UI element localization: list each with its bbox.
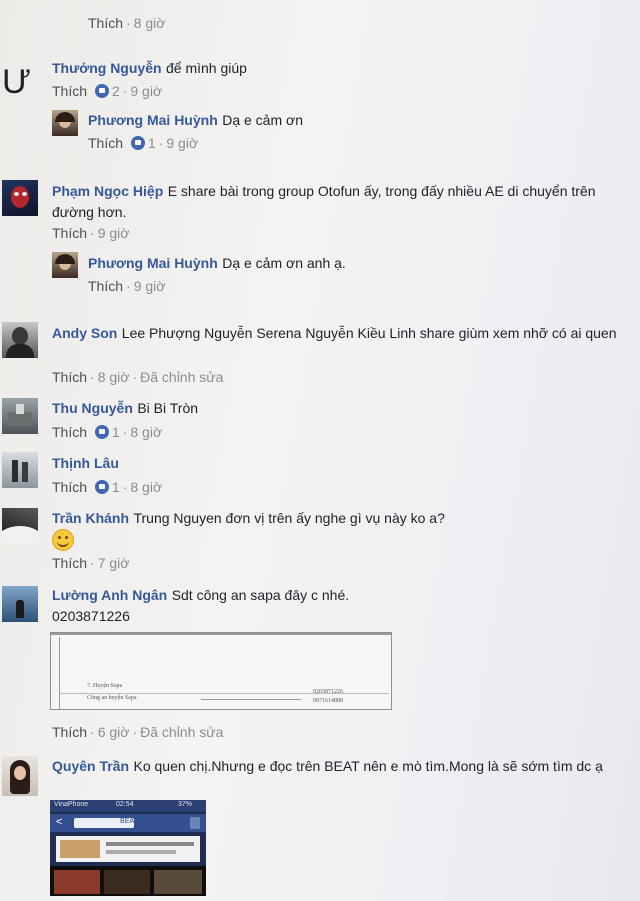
comment-meta: Thích · 9 giờ <box>88 278 166 294</box>
like-count[interactable]: 2 <box>112 83 120 99</box>
commenter-name[interactable]: Trần Khánh <box>52 510 129 526</box>
comment-meta: Thích · 7 giờ <box>52 555 130 571</box>
commenter-name[interactable]: Thu Nguyễn <box>52 400 133 416</box>
like-reaction-icon <box>94 425 109 439</box>
like-reaction-icon <box>94 480 109 494</box>
comment-meta: Thích 1 · 8 giờ <box>52 424 163 440</box>
like-count[interactable]: 1 <box>112 424 120 440</box>
like-link[interactable]: Thích <box>88 135 123 151</box>
comment-meta: Thích 2 · 9 giờ <box>52 83 163 99</box>
back-icon: < <box>56 816 63 828</box>
like-link[interactable]: Thích <box>52 424 87 440</box>
commenter-name[interactable]: Quyên Trần <box>52 758 129 774</box>
timestamp[interactable]: 9 giờ <box>166 135 198 151</box>
timestamp[interactable]: 9 giờ <box>130 83 162 99</box>
commenter-name[interactable]: Phương Mai Huỳnh <box>88 112 218 128</box>
like-link[interactable]: Thích <box>88 278 123 294</box>
commenter-name[interactable]: Andy Son <box>52 325 117 341</box>
attached-screenshot[interactable]: VinaPhone 02:54 37% < BEAT <box>50 800 206 896</box>
commenter-name[interactable]: Phạm Ngọc Hiệp <box>52 183 163 199</box>
comment-text: Bi Bi Tròn <box>137 400 199 416</box>
like-reaction-icon <box>94 84 109 98</box>
avatar[interactable]: Ư <box>2 62 42 102</box>
share-icon <box>190 817 200 829</box>
smile-emoji-icon <box>52 529 74 551</box>
phone-number-text[interactable]: 0203871226 <box>52 608 130 624</box>
comment: Lường Anh Ngân Sdt công an sapa đây c nh… <box>52 587 572 605</box>
comment: Quyên Trần Ko quen chị.Nhưng e đọc trên … <box>52 756 612 777</box>
timestamp[interactable]: 8 giờ <box>130 479 162 495</box>
status-carrier: VinaPhone <box>54 801 89 808</box>
avatar[interactable] <box>2 452 38 488</box>
comment: Thu Nguyễn Bi Bi Tròn <box>52 400 572 418</box>
like-link[interactable]: Thích <box>52 479 87 495</box>
like-count[interactable]: 1 <box>148 135 156 151</box>
comment-text: để mình giúp <box>165 60 247 76</box>
commenter-name[interactable]: Lường Anh Ngân <box>52 587 167 603</box>
comment: Phạm Ngọc Hiệp E share bài trong group O… <box>52 181 630 223</box>
status-clock: 02:54 <box>116 801 134 808</box>
avatar[interactable] <box>2 756 38 796</box>
like-link[interactable]: Thích <box>52 225 87 241</box>
timestamp[interactable]: 9 giờ <box>134 278 166 294</box>
attachment-phone: 0971614888 <box>313 698 343 704</box>
avatar[interactable] <box>52 110 78 136</box>
like-link[interactable]: Thích <box>52 83 87 99</box>
comment-text: Lee Phượng Nguyễn Serena Nguyễn Kiều Lin… <box>121 325 617 341</box>
commenter-name[interactable]: Thịnh Lâu <box>52 455 119 471</box>
edited-label[interactable]: Đã chỉnh sửa <box>140 724 223 740</box>
like-count[interactable]: 1 <box>112 479 120 495</box>
avatar[interactable] <box>2 180 38 216</box>
avatar[interactable] <box>2 398 38 434</box>
attached-image[interactable]: 7. Huyện Sapa Công an huyện Sapa 0203871… <box>50 632 392 710</box>
avatar-letter: Ư <box>2 63 32 101</box>
avatar[interactable] <box>2 508 38 544</box>
like-link[interactable]: Thích <box>52 369 87 385</box>
timestamp[interactable]: 8 giờ <box>98 369 130 385</box>
comment-meta: Thích · 9 giờ <box>52 225 130 241</box>
app-label: BEAT <box>120 818 138 825</box>
edited-label[interactable]: Đã chỉnh sửa <box>140 369 223 385</box>
status-battery: 37% <box>178 801 193 808</box>
avatar[interactable] <box>2 322 38 358</box>
comment-meta: Thích · 8 giờ · Đã chỉnh sửa <box>52 369 224 385</box>
comment-text: Dạ e cảm ơn anh ạ. <box>222 255 346 271</box>
comment-text: Ko quen chị.Nhưng e đọc trên BEAT nên e … <box>133 758 603 774</box>
timestamp[interactable]: 8 giờ <box>130 424 162 440</box>
top-comment-meta: Thích · 8 giờ <box>88 15 166 31</box>
timestamp[interactable]: 8 giờ <box>134 15 166 31</box>
comment: Thưởng Nguyễn để mình giúp <box>52 60 622 78</box>
commenter-name[interactable]: Phương Mai Huỳnh <box>88 255 218 271</box>
avatar[interactable] <box>2 586 38 622</box>
like-link[interactable]: Thích <box>88 15 123 31</box>
comment: Andy Son Lee Phượng Nguyễn Serena Nguyễn… <box>52 323 630 344</box>
reply: Phương Mai Huỳnh Dạ e cảm ơn anh ạ. <box>88 255 608 273</box>
avatar[interactable] <box>52 252 78 278</box>
like-link[interactable]: Thích <box>52 555 87 571</box>
timestamp[interactable]: 9 giờ <box>98 225 130 241</box>
timestamp[interactable]: 6 giờ <box>98 724 130 740</box>
attachment-text-row: Công an huyện Sapa <box>87 695 137 701</box>
like-link[interactable]: Thích <box>52 724 87 740</box>
comment-meta: Thích 1 · 8 giờ <box>52 479 163 495</box>
reply: Phương Mai Huỳnh Dạ e cảm ơn <box>88 112 608 130</box>
comment-meta: Thích · 6 giờ · Đã chỉnh sửa <box>52 724 224 740</box>
comment-text: Sdt công an sapa đây c nhé. <box>171 587 350 603</box>
comment-text: Trung Nguyen đơn vị trên ấy nghe gì vụ n… <box>133 510 445 526</box>
comment-meta: Thích 1 · 9 giờ <box>88 135 199 151</box>
comment-text: Dạ e cảm ơn <box>222 112 303 128</box>
attachment-text-row: 7. Huyện Sapa <box>87 683 123 689</box>
comment: Trần Khánh Trung Nguyen đơn vị trên ấy n… <box>52 510 630 528</box>
attachment-phone: 0203871226 <box>313 689 343 695</box>
commenter-name[interactable]: Thưởng Nguyễn <box>52 60 162 76</box>
like-reaction-icon <box>130 136 145 150</box>
comment: Thịnh Lâu <box>52 455 572 473</box>
timestamp[interactable]: 7 giờ <box>98 555 130 571</box>
